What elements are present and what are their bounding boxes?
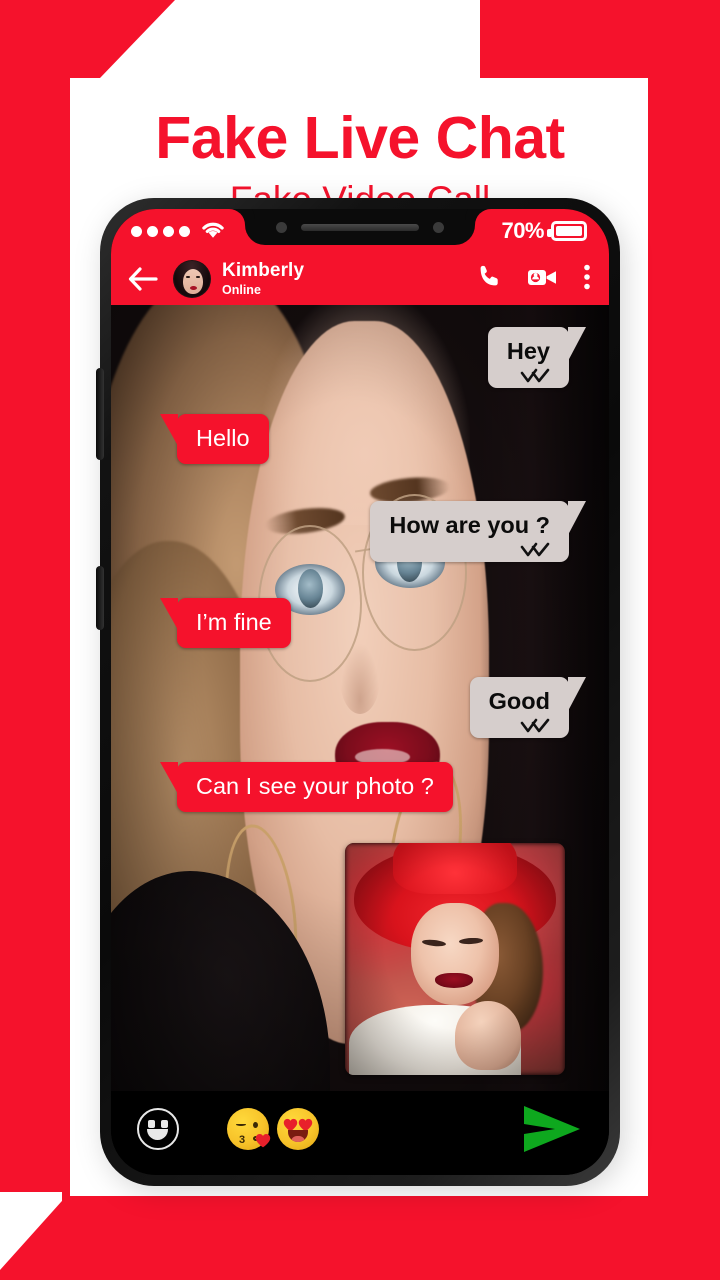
earpiece-speaker	[301, 223, 419, 231]
volume-down-button[interactable]	[96, 566, 104, 630]
smiley-outline-icon[interactable]	[137, 1108, 179, 1150]
message-input-bar: 3	[111, 1091, 609, 1175]
signal-dot-icon	[163, 225, 174, 237]
battery-percent-label: 70%	[501, 218, 544, 243]
send-arrow-icon[interactable]	[521, 1104, 583, 1154]
chat-bubble-text: Can I see your photo ?	[196, 773, 434, 799]
frame-top-diagonal-notch	[100, 0, 480, 78]
contact-name: Kimberly	[222, 259, 305, 281]
avatar[interactable]	[173, 260, 211, 298]
chat-app-bar: Kimberly Online	[111, 253, 609, 305]
frame-keyline-right	[648, 76, 655, 1204]
kissing-heart-emoji[interactable]: 3	[227, 1108, 271, 1150]
chat-bubble-text: Hello	[196, 425, 250, 451]
signal-dot-icon	[179, 225, 190, 237]
photo-attachment[interactable]	[345, 843, 565, 1075]
read-receipt-icon	[520, 368, 550, 383]
chat-bubble-incoming[interactable]: Good	[469, 677, 587, 738]
proximity-sensor-icon	[433, 221, 444, 233]
chat-message-area[interactable]: Hey Hello How are you ? I’m fine Good Ca…	[111, 305, 609, 1091]
device-notch	[245, 209, 475, 245]
avatar-face	[183, 269, 203, 294]
message-row[interactable]: Good	[469, 677, 587, 738]
phone-call-icon[interactable]	[476, 263, 503, 295]
phone-device-frame: 70% Kimberly Online Hey Hello How are yo…	[100, 198, 620, 1186]
battery-fill	[556, 226, 582, 236]
emoji-blush-mark: 3	[239, 1134, 246, 1146]
video-call-icon[interactable]	[527, 265, 559, 294]
status-bar-right: 70%	[501, 218, 609, 244]
message-row[interactable]: Hello	[160, 414, 269, 464]
chat-bubble-outgoing[interactable]: Hello	[160, 414, 269, 464]
frame-bottom-diagonal-notch	[0, 1192, 70, 1270]
frame-keyline-left	[62, 76, 70, 1204]
avatar-eye	[186, 276, 190, 278]
heart-eyes-emoji[interactable]	[277, 1108, 319, 1150]
heart-icon	[255, 1134, 271, 1148]
smiley-eye	[161, 1120, 168, 1128]
message-row[interactable]: How are you ?	[370, 501, 586, 562]
message-row[interactable]: Can I see your photo ?	[160, 762, 453, 812]
signal-dot-icon	[147, 225, 158, 237]
front-camera-icon	[276, 221, 287, 233]
chat-bubble-outgoing[interactable]: Can I see your photo ?	[160, 762, 453, 812]
avatar-eye	[196, 276, 200, 278]
chat-bubble-outgoing[interactable]: I’m fine	[160, 598, 291, 648]
smiley-mouth	[147, 1129, 168, 1140]
photo-vignette	[345, 843, 565, 1075]
avatar-lips	[190, 286, 197, 290]
smiley-eye	[148, 1120, 155, 1128]
message-row[interactable]: Hey	[487, 327, 587, 388]
signal-dot-icon	[131, 225, 142, 237]
poster-background: Fake Live Chat Fake Video Call	[0, 0, 720, 1280]
frame-keyline-bottom	[62, 1196, 655, 1204]
chat-bubble-text: Good	[488, 688, 550, 714]
battery-icon	[547, 221, 587, 241]
emoji-eye	[253, 1122, 258, 1128]
emoji-wink-eye	[236, 1123, 246, 1126]
chat-bubble-incoming[interactable]: Hey	[487, 327, 587, 388]
volume-up-button[interactable]	[96, 368, 104, 460]
contact-status: Online	[222, 282, 261, 297]
app-bar-actions	[476, 263, 591, 296]
chat-bubble-text: I’m fine	[196, 609, 272, 635]
contact-info[interactable]: Kimberly Online	[222, 259, 305, 297]
chat-bubble-text: Hey	[506, 338, 550, 364]
phone-screen: 70% Kimberly Online Hey Hello How are yo…	[111, 209, 609, 1175]
wifi-icon	[200, 220, 226, 244]
chat-bubble-text: How are you ?	[389, 512, 550, 538]
overflow-menu-icon[interactable]	[583, 263, 591, 296]
chat-bubble-incoming[interactable]: How are you ?	[370, 501, 586, 562]
read-receipt-icon	[520, 542, 550, 557]
message-row[interactable]: I’m fine	[160, 598, 291, 648]
back-arrow-icon[interactable]	[127, 266, 159, 292]
read-receipt-icon	[520, 718, 550, 733]
